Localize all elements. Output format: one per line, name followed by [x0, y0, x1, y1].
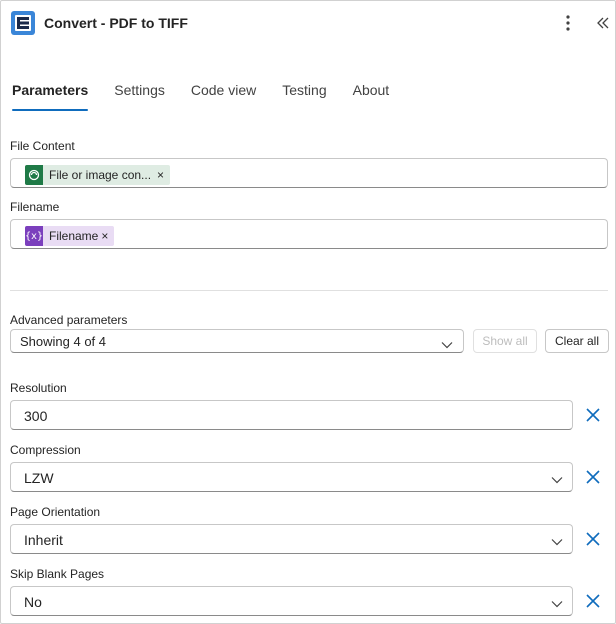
- tab-bar: Parameters Settings Code view Testing Ab…: [12, 81, 415, 113]
- filename-label: Filename: [10, 200, 60, 214]
- sharepoint-icon: [25, 165, 43, 185]
- show-all-button[interactable]: Show all: [473, 329, 537, 353]
- encodian-logo-icon: [11, 11, 35, 35]
- skip-blank-pages-value: No: [24, 594, 42, 610]
- filename-field[interactable]: {x} Filename ×: [10, 219, 608, 249]
- skip-blank-pages-label: Skip Blank Pages: [10, 567, 105, 581]
- tab-code-view[interactable]: Code view: [191, 81, 256, 111]
- filename-token-label: Filename: [49, 229, 99, 243]
- file-content-field[interactable]: File or image con... ×: [10, 158, 608, 188]
- filename-token[interactable]: {x} Filename ×: [25, 226, 115, 246]
- advanced-parameters-dropdown[interactable]: Showing 4 of 4: [10, 329, 464, 353]
- chevron-down-icon: [551, 472, 563, 487]
- remove-skip-blank-pages-icon[interactable]: [584, 592, 602, 610]
- remove-token-button[interactable]: ×: [157, 168, 164, 182]
- double-chevron-left-icon[interactable]: [593, 12, 613, 34]
- action-panel: Convert - PDF to TIFF Parameters Setting…: [0, 0, 616, 624]
- tab-parameters[interactable]: Parameters: [12, 81, 89, 111]
- remove-compression-icon[interactable]: [584, 468, 602, 486]
- clear-all-button[interactable]: Clear all: [545, 329, 609, 353]
- page-orientation-dropdown[interactable]: Inherit: [10, 524, 573, 554]
- compression-dropdown[interactable]: LZW: [10, 462, 573, 492]
- page-orientation-label: Page Orientation: [10, 505, 101, 519]
- tab-about[interactable]: About: [353, 81, 390, 111]
- remove-resolution-icon[interactable]: [584, 406, 602, 424]
- resolution-label: Resolution: [10, 381, 67, 395]
- remove-page-orientation-icon[interactable]: [584, 530, 602, 548]
- resolution-input[interactable]: 300: [10, 400, 573, 430]
- tab-testing[interactable]: Testing: [282, 81, 326, 111]
- chevron-down-icon: [441, 337, 453, 352]
- page-orientation-value: Inherit: [24, 532, 63, 548]
- resolution-value: 300: [24, 408, 48, 424]
- more-vertical-icon[interactable]: [559, 12, 577, 34]
- file-content-label: File Content: [10, 139, 75, 153]
- skip-blank-pages-dropdown[interactable]: No: [10, 586, 573, 616]
- advanced-parameters-value: Showing 4 of 4: [20, 334, 107, 349]
- file-content-token-label: File or image con...: [49, 168, 152, 182]
- section-divider: [10, 290, 608, 291]
- tab-settings[interactable]: Settings: [114, 81, 165, 111]
- chevron-down-icon: [551, 596, 563, 611]
- chevron-down-icon: [551, 534, 563, 549]
- action-title: Convert - PDF to TIFF: [44, 15, 188, 31]
- variable-icon: {x}: [25, 226, 43, 246]
- advanced-parameters-label: Advanced parameters: [10, 313, 128, 327]
- remove-token-button[interactable]: ×: [101, 229, 108, 243]
- file-content-token[interactable]: File or image con... ×: [25, 165, 171, 185]
- compression-label: Compression: [10, 443, 81, 457]
- compression-value: LZW: [24, 470, 54, 486]
